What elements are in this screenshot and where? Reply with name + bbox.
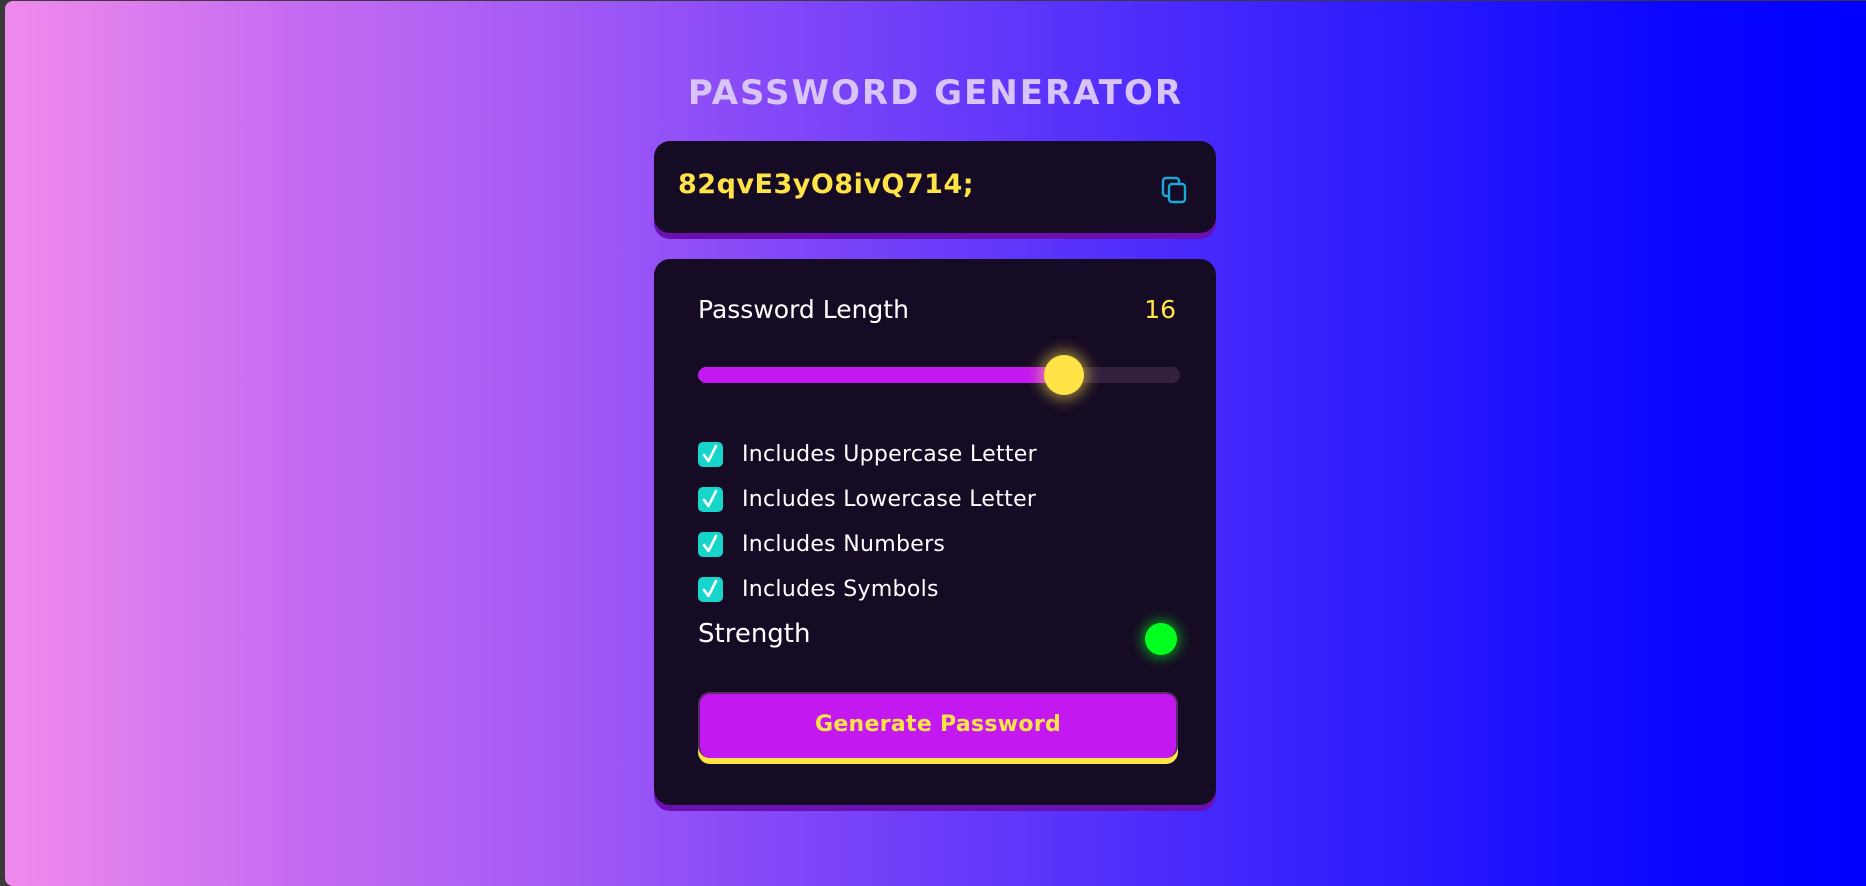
option-label: Includes Symbols <box>742 577 939 602</box>
option-checkbox[interactable] <box>698 577 723 602</box>
options-list: Includes Uppercase Letter Includes Lowerc… <box>698 432 1178 612</box>
option-label: Includes Uppercase Letter <box>742 442 1037 467</box>
copy-icon-graphic <box>1161 176 1187 204</box>
checkmark-icon <box>702 489 718 508</box>
password-display: 82qvE3yO8ivQ714; <box>654 141 1216 233</box>
option-label: Includes Lowercase Letter <box>742 487 1037 512</box>
length-value: 16 <box>1144 295 1176 324</box>
strength-indicator <box>1145 623 1177 655</box>
slider-thumb[interactable] <box>1044 355 1084 395</box>
option-item[interactable]: Includes Uppercase Letter <box>698 432 1178 477</box>
app-background: PASSWORD GENERATOR 82qvE3yO8ivQ714; Pass… <box>5 1 1866 886</box>
page-title: PASSWORD GENERATOR <box>687 73 1184 113</box>
length-label: Password Length <box>698 295 909 324</box>
length-slider[interactable] <box>698 355 1180 395</box>
option-checkbox[interactable] <box>698 532 723 557</box>
password-output: 82qvE3yO8ivQ714; <box>678 169 975 200</box>
option-item[interactable]: Includes Symbols <box>698 567 1178 612</box>
option-checkbox[interactable] <box>698 487 723 512</box>
option-checkbox[interactable] <box>698 442 723 467</box>
option-item[interactable]: Includes Lowercase Letter <box>698 477 1178 522</box>
slider-fill <box>698 367 1064 383</box>
option-item[interactable]: Includes Numbers <box>698 522 1178 567</box>
copy-icon[interactable] <box>1160 175 1190 205</box>
strength-label: Strength <box>698 619 811 649</box>
checkmark-icon <box>702 444 718 463</box>
checkmark-icon <box>702 534 718 553</box>
checkmark-icon <box>702 579 718 598</box>
settings-panel: Password Length 16 Includes Uppercase Le… <box>654 259 1216 805</box>
option-label: Includes Numbers <box>742 532 946 557</box>
generate-button[interactable]: Generate Password <box>698 692 1178 758</box>
